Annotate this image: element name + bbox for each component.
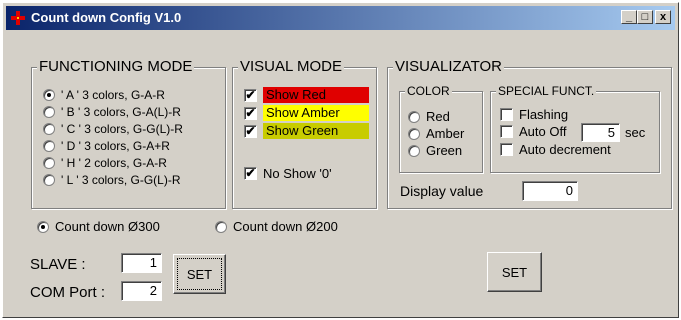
- functioning-mode-option-label: ' C ' 3 colors, G-G(L)-R: [61, 122, 183, 136]
- radio-dot: [43, 140, 55, 152]
- visual-mode-title: VISUAL MODE: [238, 58, 344, 75]
- radio-dot: [43, 89, 55, 101]
- countdown-200-radio[interactable]: Count down Ø200: [215, 219, 338, 234]
- radio-dot: [43, 106, 55, 118]
- functioning-mode-option[interactable]: ' B ' 3 colors, G-A(L)-R: [43, 105, 181, 119]
- radio-dot: [408, 110, 420, 123]
- color-group-title: COLOR: [405, 84, 452, 98]
- flashing-check-box: [500, 108, 513, 121]
- visual-mode-check-icon: ✔: [244, 123, 257, 138]
- red-cross-icon: [11, 11, 25, 25]
- auto-off-unit: sec: [625, 125, 646, 140]
- window-title: Count down Config V1.0: [31, 10, 182, 25]
- com-port-label: COM Port :: [30, 284, 106, 301]
- no-show-check-icon: ✔: [244, 166, 257, 180]
- functioning-mode-option[interactable]: ' A ' 3 colors, G-A-R: [43, 88, 165, 102]
- functioning-mode-option[interactable]: ' D ' 3 colors, G-A+R: [43, 139, 170, 153]
- display-value-input[interactable]: 0: [522, 181, 578, 201]
- functioning-mode-option-label: ' A ' 3 colors, G-A-R: [61, 88, 165, 102]
- functioning-mode-option-label: ' L ' 3 colors, G-G(L)-R: [61, 173, 181, 187]
- countdown-300-label: Count down Ø300: [55, 219, 160, 234]
- title-bar[interactable]: Count down Config V1.0 _ □ x: [6, 6, 675, 30]
- radio-dot: [43, 123, 55, 135]
- radio-dot: [43, 157, 55, 169]
- close-button[interactable]: x: [655, 10, 671, 24]
- minimize-button[interactable]: _: [621, 10, 637, 24]
- visual-mode-option[interactable]: ✔ Show Green: [244, 123, 369, 139]
- visual-mode-option-label: Show Amber: [263, 105, 369, 121]
- functioning-mode-title: FUNCTIONING MODE: [37, 58, 195, 75]
- color-option-label: Green: [426, 143, 463, 158]
- main-window: Count down Config V1.0 _ □ x FUNCTIONING…: [2, 2, 679, 318]
- visual-mode-option[interactable]: ✔ Show Red: [244, 87, 369, 103]
- auto-decrement-label: Auto decrement: [519, 142, 611, 157]
- color-option[interactable]: Amber: [408, 126, 464, 141]
- countdown-200-radio-dot: [215, 220, 227, 233]
- com-port-input[interactable]: 2: [121, 281, 162, 301]
- visualizator-title: VISUALIZATOR: [393, 58, 504, 75]
- functioning-mode-option[interactable]: ' H ' 2 colors, G-A-R: [43, 156, 167, 170]
- functioning-mode-option-label: ' B ' 3 colors, G-A(L)-R: [61, 105, 181, 119]
- visual-mode-check-icon: ✔: [244, 87, 257, 102]
- functioning-mode-option[interactable]: ' L ' 3 colors, G-G(L)-R: [43, 173, 181, 187]
- functioning-mode-option-label: ' D ' 3 colors, G-A+R: [61, 139, 170, 153]
- no-show-label: No Show '0': [263, 166, 332, 181]
- slave-input[interactable]: 1: [121, 253, 162, 273]
- radio-dot: [408, 144, 420, 157]
- functioning-mode-option[interactable]: ' C ' 3 colors, G-G(L)-R: [43, 122, 183, 136]
- no-show-checkbox[interactable]: ✔ No Show '0': [244, 166, 332, 181]
- maximize-button[interactable]: □: [637, 10, 653, 24]
- set-display-button[interactable]: SET: [487, 252, 542, 292]
- auto-off-checkbox[interactable]: Auto Off: [500, 124, 566, 139]
- slave-label: SLAVE :: [30, 256, 86, 273]
- special-funct-title: SPECIAL FUNCT.: [496, 84, 597, 98]
- auto-decrement-check-box: [500, 143, 513, 156]
- display-value-label: Display value: [400, 183, 484, 199]
- visual-mode-option-label: Show Green: [263, 123, 369, 139]
- countdown-300-radio-dot: [37, 220, 49, 233]
- flashing-checkbox[interactable]: Flashing: [500, 107, 568, 122]
- radio-dot: [408, 127, 420, 140]
- color-option-label: Red: [426, 109, 450, 124]
- countdown-300-radio[interactable]: Count down Ø300: [37, 219, 160, 234]
- set-slave-button[interactable]: SET: [173, 254, 226, 294]
- color-option[interactable]: Green: [408, 143, 462, 158]
- auto-decrement-checkbox[interactable]: Auto decrement: [500, 142, 611, 157]
- flashing-label: Flashing: [519, 107, 569, 122]
- auto-off-check-box: [500, 125, 513, 138]
- visual-mode-check-icon: ✔: [244, 105, 257, 120]
- functioning-mode-option-label: ' H ' 2 colors, G-A-R: [61, 156, 167, 170]
- auto-off-seconds-input[interactable]: 5: [581, 123, 620, 142]
- radio-dot: [43, 174, 55, 186]
- auto-off-label: Auto Off: [519, 124, 567, 139]
- color-option[interactable]: Red: [408, 109, 450, 124]
- countdown-200-label: Count down Ø200: [233, 219, 338, 234]
- visual-mode-option-label: Show Red: [263, 87, 369, 103]
- color-option-label: Amber: [426, 126, 465, 141]
- visual-mode-option[interactable]: ✔ Show Amber: [244, 105, 369, 121]
